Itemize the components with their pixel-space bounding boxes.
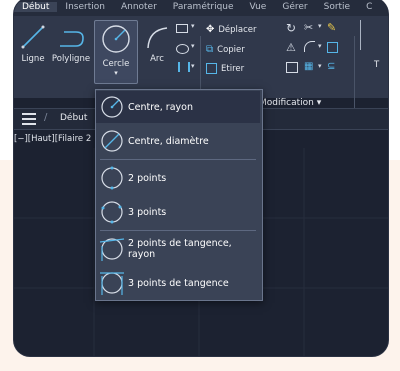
ligne-button[interactable]: Ligne [16, 24, 50, 64]
polyligne-button[interactable]: Polyligne [50, 24, 92, 64]
tab-gerer[interactable]: Gérer [274, 2, 315, 12]
circle-tan-tan-radius-icon [99, 238, 125, 261]
tab-insertion[interactable]: Insertion [57, 2, 113, 12]
text-tool-icon[interactable] [360, 20, 383, 50]
erase-icon[interactable]: ✎ [327, 21, 336, 34]
hatch-icon[interactable] [178, 62, 190, 72]
tab-annoter[interactable]: Annoter [113, 2, 165, 12]
menu-item-3-tangence[interactable]: 3 points de tangence [96, 267, 260, 299]
array-icon[interactable]: ▦ [304, 61, 313, 72]
polyline-icon [60, 31, 84, 47]
text-tool-label: T [374, 60, 380, 70]
ribbon-tabs: Début Insertion Annoter Paramétrique Vue… [14, 0, 388, 16]
line-icon [21, 25, 45, 49]
tab-more[interactable]: C [358, 2, 380, 12]
menu-item-label: Centre, rayon [128, 101, 193, 113]
circle-center-diameter-icon [101, 130, 123, 152]
ribbon: Ligne Polyligne Cercle ▾ Arc ▾ ▾ ▾ ✥ Dép… [14, 16, 388, 126]
arc-label: Arc [150, 54, 164, 64]
menu-item-centre-diametre[interactable]: Centre, diamètre [96, 125, 260, 157]
etirer-button[interactable]: Etirer [206, 63, 244, 74]
menu-separator [100, 230, 256, 231]
offset-icon[interactable]: ⊆ [327, 61, 335, 72]
viewport-controls[interactable]: [−][Haut][Filaire 2 [14, 134, 91, 144]
menu-item-2-points[interactable]: 2 points [96, 162, 260, 194]
menu-item-label: 3 points [128, 206, 167, 218]
tab-parametrique[interactable]: Paramétrique [165, 2, 242, 12]
arc-icon [147, 27, 168, 49]
fillet-icon[interactable] [304, 41, 315, 52]
menu-separator [100, 159, 256, 160]
arc-button[interactable]: Arc [140, 24, 174, 64]
menu-item-3-points[interactable]: 3 points [96, 196, 260, 228]
tab-separator: / [44, 112, 48, 123]
stretch-icon [206, 63, 217, 74]
menu-item-label: 2 points de tangence, rayon [128, 238, 232, 260]
ellipse-dropdown-icon[interactable]: ▾ [191, 42, 195, 50]
deplacer-label: Déplacer [218, 24, 257, 35]
modification-panel-label[interactable]: Modification ▾ [259, 98, 321, 108]
menu-item-label: Centre, diamètre [128, 135, 209, 147]
ligne-label: Ligne [21, 54, 45, 64]
cercle-dropdown-menu: Centre, rayon Centre, diamètre 2 points … [95, 89, 263, 301]
mirror-icon[interactable]: ⚠ [286, 41, 296, 54]
menu-icon[interactable] [22, 113, 36, 125]
tab-sortie[interactable]: Sortie [316, 2, 359, 12]
circle-center-radius-icon [101, 96, 123, 118]
hatch-dropdown-icon[interactable]: ▾ [191, 62, 195, 70]
cercle-label: Cercle [102, 59, 130, 69]
circle-tan-tan-tan-icon [100, 272, 124, 295]
menu-item-label: 2 points [128, 172, 167, 184]
tab-vue[interactable]: Vue [242, 2, 275, 12]
copy-icon: ⧉ [206, 44, 214, 55]
circle-2-points-icon [101, 166, 123, 190]
trim-dropdown-icon[interactable]: ▾ [318, 22, 322, 30]
rectangle-icon[interactable] [176, 24, 188, 33]
explode-icon[interactable] [327, 42, 338, 53]
file-tab-debut[interactable]: Début [60, 113, 87, 123]
ellipse-icon[interactable] [176, 44, 189, 54]
deplacer-button[interactable]: ✥ Déplacer [206, 24, 257, 35]
tab-debut[interactable]: Début [14, 2, 58, 12]
menu-item-tangence-rayon[interactable]: 2 points de tangence, rayon [96, 233, 260, 265]
copier-label: Copier [217, 44, 245, 55]
circle-icon [102, 25, 130, 53]
cercle-dropdown-arrow-icon[interactable]: ▾ [95, 69, 137, 77]
menu-item-label: 3 points de tangence [128, 277, 229, 289]
array-dropdown-icon[interactable]: ▾ [318, 62, 322, 70]
rotate-icon[interactable]: ↻ [286, 21, 296, 35]
copier-button[interactable]: ⧉ Copier [206, 44, 245, 55]
scale-icon[interactable] [286, 62, 298, 73]
move-icon: ✥ [206, 24, 215, 35]
fillet-dropdown-icon[interactable]: ▾ [318, 42, 322, 50]
circle-3-points-icon [101, 201, 123, 224]
rectangle-dropdown-icon[interactable]: ▾ [191, 22, 195, 30]
ribbon-separator-2 [354, 36, 355, 110]
menu-item-centre-rayon[interactable]: Centre, rayon [96, 91, 260, 123]
etirer-label: Etirer [221, 63, 245, 74]
trim-icon[interactable]: ✂ [304, 21, 313, 34]
cercle-button[interactable]: Cercle ▾ [94, 20, 138, 84]
polyligne-label: Polyligne [51, 54, 91, 64]
